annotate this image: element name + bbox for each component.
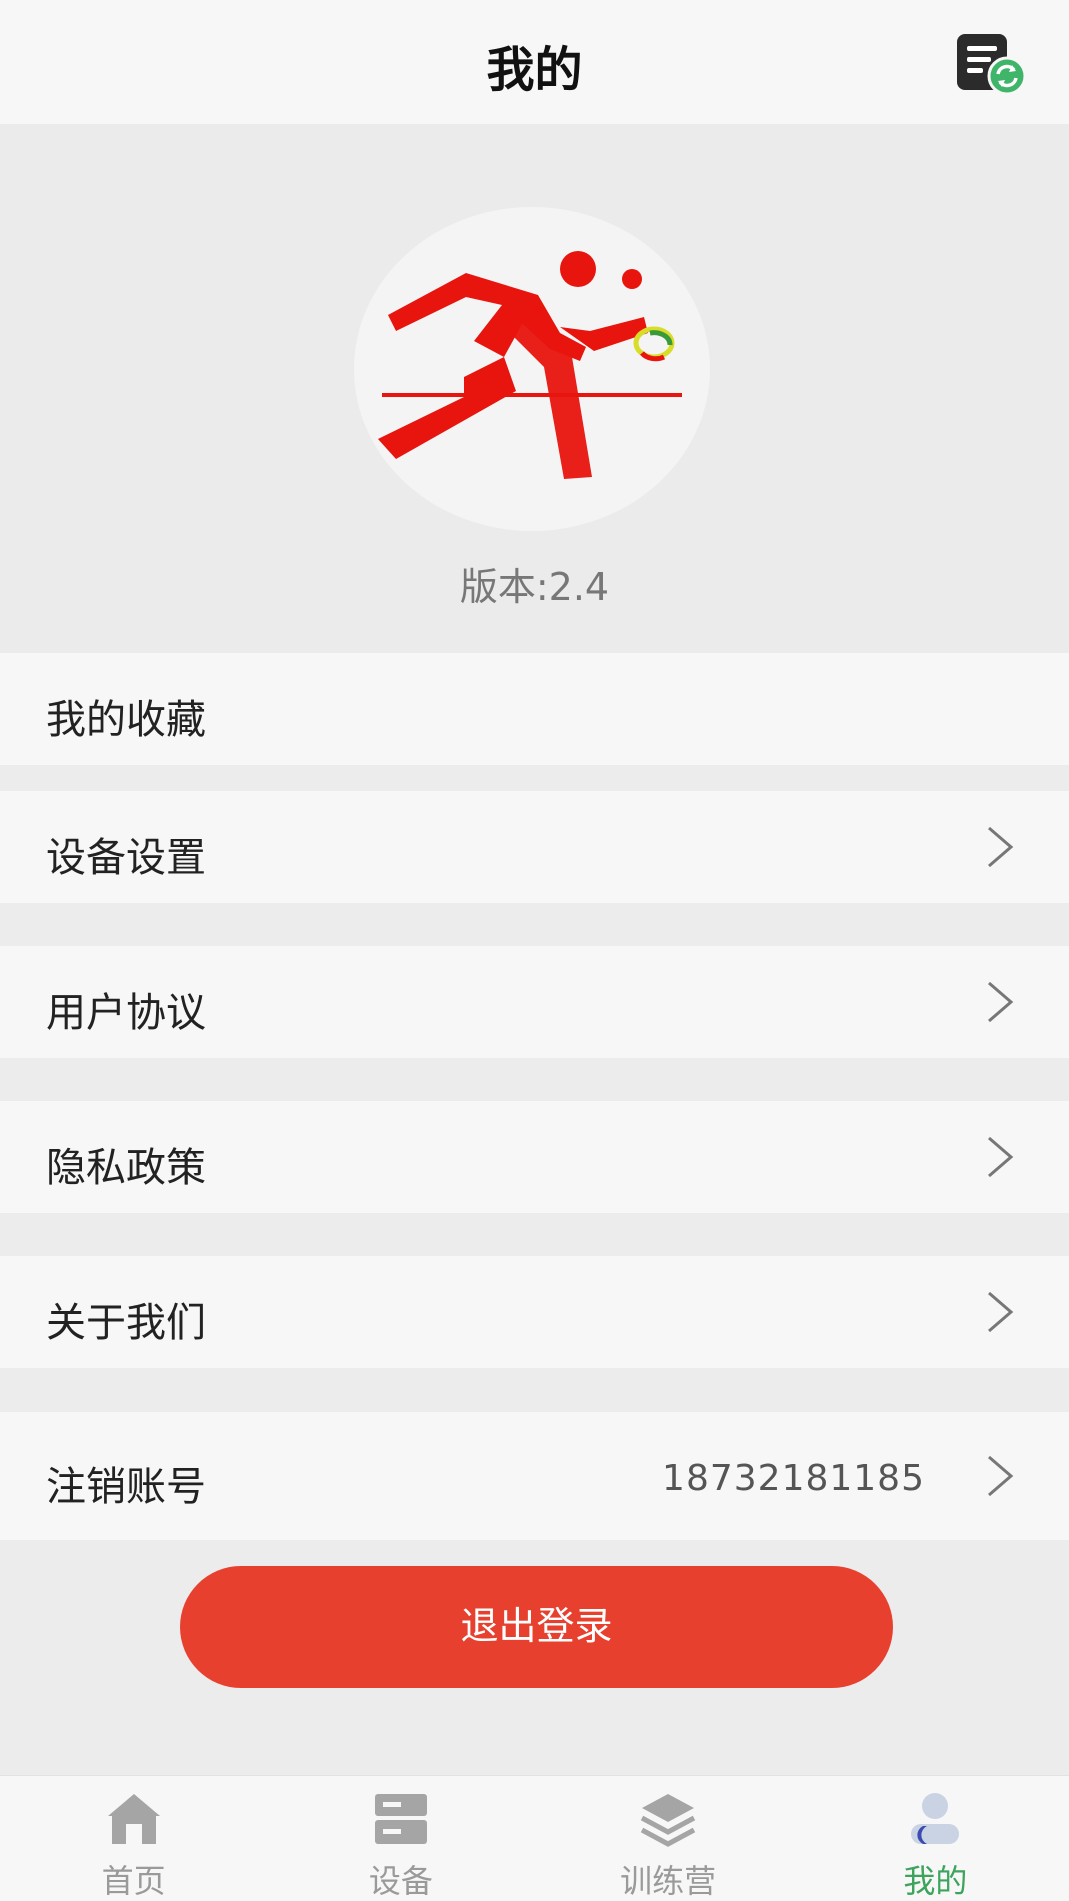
menu-item-favorites[interactable]: 我的收藏 <box>0 653 1069 765</box>
menu-item-label: 隐私政策 <box>46 1145 206 1191</box>
tab-label: 我的 <box>903 1862 968 1900</box>
sync-list-icon[interactable] <box>955 32 1027 96</box>
account-phone-number: 18732181185 <box>662 1458 925 1499</box>
menu-item-label: 我的收藏 <box>46 697 206 743</box>
tab-mine[interactable]: 我的 <box>802 1776 1069 1901</box>
menu-item-privacy-policy[interactable]: 隐私政策 <box>0 1101 1069 1213</box>
chevron-right-icon <box>988 1291 1014 1333</box>
menu-item-label: 设备设置 <box>46 835 206 881</box>
menu-item-user-agreement[interactable]: 用户协议 <box>0 946 1069 1058</box>
table-tennis-player-logo <box>354 207 710 531</box>
chevron-right-icon <box>988 826 1014 868</box>
tab-label: 首页 <box>101 1862 166 1900</box>
menu-item-delete-account[interactable]: 注销账号 18732181185 <box>0 1412 1069 1540</box>
device-icon <box>374 1794 427 1844</box>
tab-label: 训练营 <box>620 1862 717 1900</box>
chevron-right-icon <box>988 1455 1014 1497</box>
chevron-right-icon <box>988 981 1014 1023</box>
layers-icon <box>640 1794 696 1847</box>
tab-training-camp[interactable]: 训练营 <box>535 1776 802 1901</box>
home-icon <box>107 1794 160 1844</box>
tab-device[interactable]: 设备 <box>267 1776 534 1901</box>
menu-item-label: 用户协议 <box>46 990 206 1036</box>
version-text: 版本:2.4 <box>459 565 610 609</box>
profile-icon <box>911 1793 960 1844</box>
menu-item-label: 关于我们 <box>46 1300 206 1346</box>
page-title: 我的 <box>486 42 583 98</box>
bottom-tab-bar: 首页 设备 训练营 我的 <box>0 1775 1069 1901</box>
menu-item-label: 注销账号 <box>46 1464 206 1510</box>
menu-item-device-settings[interactable]: 设备设置 <box>0 791 1069 903</box>
chevron-right-icon <box>988 1136 1014 1178</box>
header-bar: 我的 <box>0 0 1069 124</box>
tab-home[interactable]: 首页 <box>0 1776 267 1901</box>
tab-label: 设备 <box>368 1862 433 1900</box>
logout-button[interactable]: 退出登录 <box>180 1566 893 1688</box>
profile-section: 版本:2.4 <box>0 124 1069 652</box>
menu-item-about-us[interactable]: 关于我们 <box>0 1256 1069 1368</box>
